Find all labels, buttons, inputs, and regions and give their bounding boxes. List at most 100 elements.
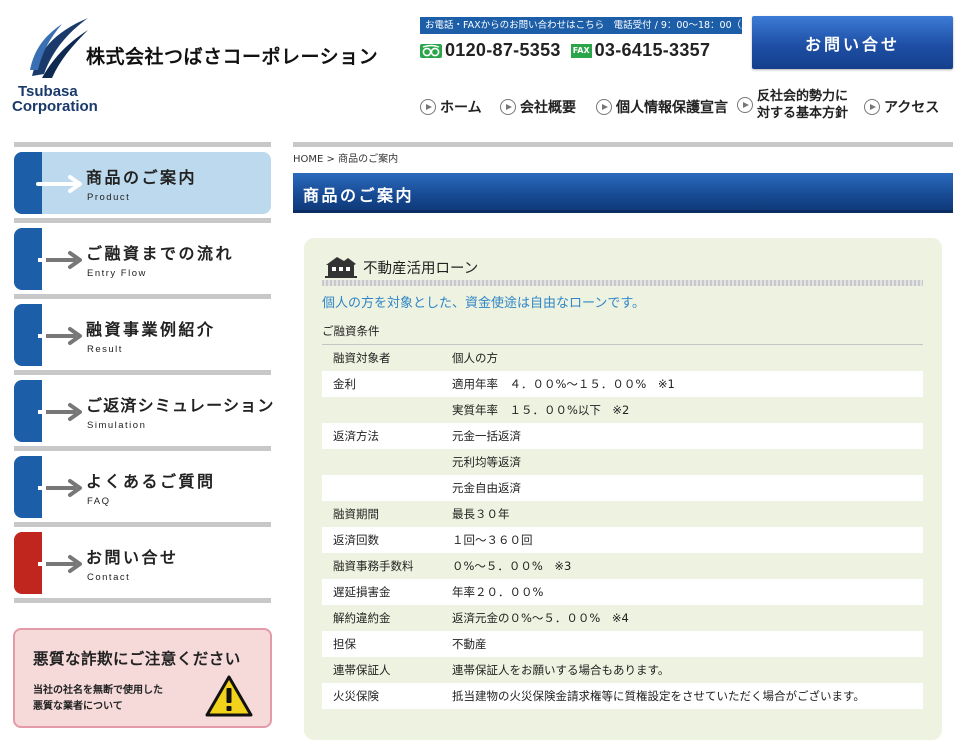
table-row: 融資事務手数料 ０%～５．００% ※3 bbox=[322, 553, 923, 579]
table-row: 火災保険 抵当建物の火災保険金請求権等に質権設定をさせていただく場合がございます。 bbox=[322, 683, 923, 709]
table-row: 連帯保証人 連帯保証人をお願いする場合もあります。 bbox=[322, 657, 923, 683]
sidebar-top-divider bbox=[14, 142, 271, 147]
sidebar-divider bbox=[14, 294, 271, 299]
nav-label-line2: 対する基本方針 bbox=[757, 106, 849, 121]
house-icon bbox=[325, 257, 357, 278]
sidebar-item-sub: FAQ bbox=[87, 496, 111, 507]
table-row: 解約違約金 返済元金の０%～５．００% ※4 bbox=[322, 605, 923, 631]
sidebar-item-label: ご融資までの流れ bbox=[86, 244, 235, 263]
row-value: 抵当建物の火災保険金請求権等に質権設定をさせていただく場合がございます。 bbox=[442, 683, 923, 709]
main-top-divider bbox=[293, 142, 953, 147]
sidebar-divider bbox=[14, 522, 271, 527]
sidebar-item-label: お問い合せ bbox=[86, 548, 179, 567]
warning-line2: 悪質な業者について bbox=[33, 701, 123, 712]
play-circle-icon bbox=[737, 97, 753, 113]
sidebar-item-sub: Result bbox=[87, 344, 123, 355]
row-value: 個人の方 bbox=[452, 351, 498, 365]
sidebar-item-sub: Contact bbox=[87, 572, 131, 583]
table-row: 遅延損害金 年率２０．００% bbox=[322, 579, 923, 605]
sidebar-item-product[interactable]: 商品のご案内 Product bbox=[14, 152, 271, 223]
fraud-warning-banner[interactable]: 悪質な詐欺にご注意ください 当社の社名を無断で使用した 悪質な業者について bbox=[13, 628, 272, 728]
table-row: 担保 不動産 bbox=[322, 631, 923, 657]
warning-text: 当社の社名を無断で使用した 悪質な業者について bbox=[33, 683, 163, 715]
nav-antisocial-policy[interactable]: 反社会的勢力に 対する基本方針 bbox=[737, 88, 848, 122]
row-key: 解約違約金 bbox=[333, 611, 391, 625]
arrow-right-icon bbox=[38, 479, 82, 497]
nav-label: アクセス bbox=[884, 100, 940, 116]
page-title: 商品のご案内 bbox=[303, 186, 415, 205]
nav-home[interactable]: ホーム bbox=[420, 97, 482, 117]
fax-icon: FAX bbox=[570, 43, 592, 58]
row-key: 火災保険 bbox=[322, 683, 442, 709]
row-value: 年率２０．００% bbox=[442, 579, 923, 605]
nav-access[interactable]: アクセス bbox=[864, 97, 939, 117]
sidebar-item-faq[interactable]: よくあるご質問 FAQ bbox=[14, 456, 271, 527]
logo[interactable]: 株式会社つばさコーポレーション Tsubasa Corporation bbox=[10, 12, 410, 122]
wing-logo-icon bbox=[30, 18, 88, 78]
contact-note: お電話・FAXからのお問い合わせはこちら 電話受付 / 9：00～18：00（月… bbox=[420, 17, 779, 34]
conditions-table: 融資対象者 個人の方 金利 適用年率 ４．００%～１５．００% ※1 実質年率 １５… bbox=[322, 345, 923, 709]
row-value: 元利均等返済 bbox=[452, 455, 521, 469]
nav-privacy[interactable]: 個人情報保護宣言 bbox=[596, 97, 728, 117]
sidebar-item-result[interactable]: 融資事業例紹介 Result bbox=[14, 304, 271, 375]
row-value: 不動産 bbox=[442, 631, 923, 657]
contact-button[interactable]: お問い合せ bbox=[752, 16, 953, 69]
sidebar-item-label: 商品のご案内 bbox=[86, 168, 198, 187]
play-circle-icon bbox=[864, 99, 880, 115]
freedial-icon bbox=[420, 43, 442, 58]
row-value: 連帯保証人をお願いする場合もあります。 bbox=[452, 663, 670, 677]
warning-triangle-icon bbox=[205, 675, 253, 717]
arrow-right-icon bbox=[38, 403, 82, 421]
row-value: 最長３０年 bbox=[452, 507, 510, 521]
warning-line1: 当社の社名を無断で使用した bbox=[33, 685, 163, 696]
logo-english-name: Tsubasa Corporation bbox=[12, 84, 98, 114]
nav-label-line1: 反社会的勢力に bbox=[757, 89, 849, 104]
arrow-right-icon bbox=[38, 327, 82, 345]
conditions-label: ご融資条件 bbox=[322, 324, 380, 338]
nav-label: ホーム bbox=[440, 100, 482, 116]
sidebar-item-simulation[interactable]: ご返済シミュレーション Simulation bbox=[14, 380, 273, 451]
warning-title: 悪質な詐欺にご注意ください bbox=[33, 650, 241, 668]
sidebar-item-sub: Entry Flow bbox=[87, 268, 147, 279]
nav-label: 会社概要 bbox=[520, 100, 576, 116]
row-key: 返済方法 bbox=[322, 423, 442, 449]
table-row: 元利均等返済 bbox=[322, 449, 923, 475]
table-row: 返済回数 １回～３６０回 bbox=[322, 527, 923, 553]
logo-line1: Tsubasa bbox=[18, 83, 78, 100]
row-value: 元金自由返済 bbox=[442, 475, 923, 501]
sidebar-item-entry-flow[interactable]: ご融資までの流れ Entry Flow bbox=[14, 228, 271, 299]
row-value: 返済元金の０%～５．００% ※4 bbox=[452, 611, 629, 625]
nav-company[interactable]: 会社概要 bbox=[500, 97, 576, 117]
table-row: 融資期間 最長３０年 bbox=[322, 501, 923, 527]
table-row: 返済方法 元金一括返済 bbox=[322, 423, 923, 449]
sidebar-divider bbox=[14, 370, 271, 375]
sidebar-item-contact[interactable]: お問い合せ Contact bbox=[14, 532, 271, 603]
row-value: 元金一括返済 bbox=[442, 423, 923, 449]
row-key: 担保 bbox=[322, 631, 442, 657]
sidebar-item-label: よくあるご質問 bbox=[86, 472, 216, 491]
table-row: 実質年率 １５．００%以下 ※2 bbox=[322, 397, 923, 423]
sidebar-divider bbox=[14, 218, 271, 223]
product-section: 不動産活用ローン 個人の方を対象とした、資金使途は自由なローンです。 ご融資条件… bbox=[304, 238, 942, 740]
sidebar-divider bbox=[14, 446, 271, 451]
sidebar-item-label: ご返済シミュレーション bbox=[86, 396, 275, 415]
sidebar-item-sub: Product bbox=[87, 192, 131, 203]
page-title-bar: 商品のご案内 bbox=[293, 173, 953, 213]
breadcrumb[interactable]: HOME > 商品のご案内 bbox=[293, 150, 398, 165]
contact-info: お電話・FAXからのお問い合わせはこちら 電話受付 / 9：00～18：00（月… bbox=[420, 17, 779, 61]
row-key: 融資事務手数料 bbox=[333, 559, 414, 573]
fax-number: 03-6415-3357 bbox=[594, 40, 711, 60]
sidebar-item-label: 融資事業例紹介 bbox=[86, 320, 216, 339]
phone-number[interactable]: 0120-87-5353 bbox=[445, 40, 561, 61]
nav-label: 反社会的勢力に 対する基本方針 bbox=[757, 88, 848, 122]
row-key bbox=[322, 397, 442, 423]
nav-label: 個人情報保護宣言 bbox=[616, 100, 728, 116]
table-row: 融資対象者 個人の方 bbox=[322, 345, 923, 371]
arrow-right-icon bbox=[38, 251, 82, 269]
row-key: 遅延損害金 bbox=[322, 579, 442, 605]
row-key: 融資期間 bbox=[333, 507, 379, 521]
row-key bbox=[322, 475, 442, 501]
section-title: 不動産活用ローン bbox=[363, 261, 479, 277]
arrow-right-icon bbox=[38, 555, 82, 573]
table-row: 元金自由返済 bbox=[322, 475, 923, 501]
